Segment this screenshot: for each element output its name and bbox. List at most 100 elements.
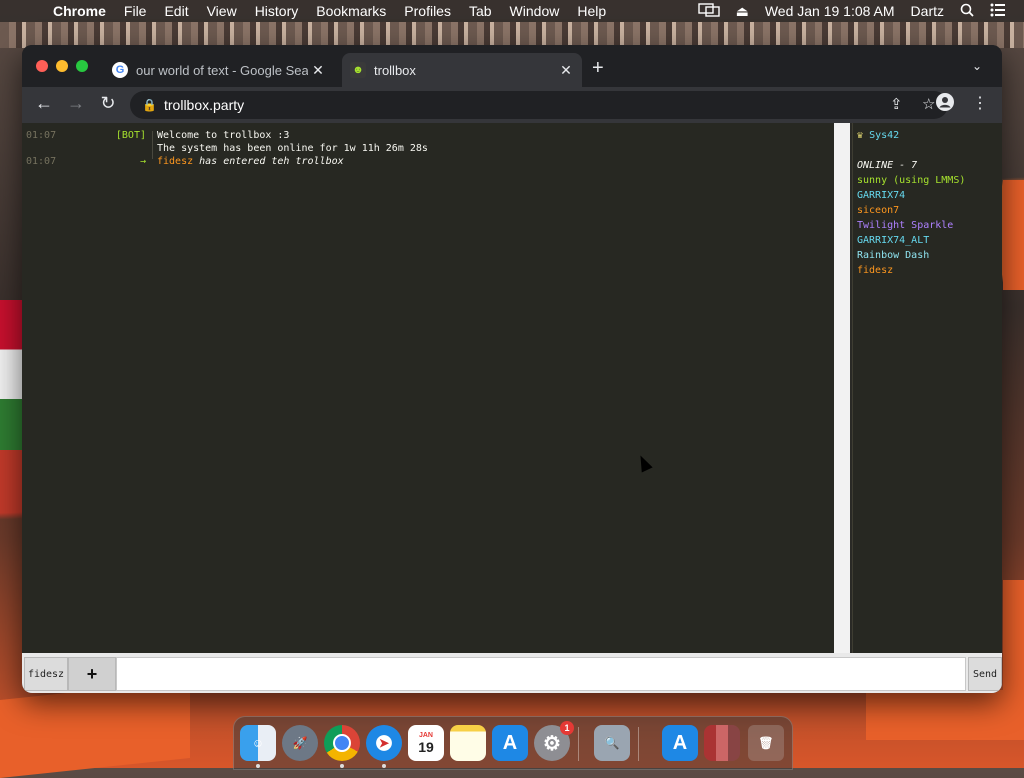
chat-input-bar: fidesz + Send xyxy=(22,653,1002,693)
upload-button[interactable]: + xyxy=(68,657,116,691)
tab-search-chevron-icon[interactable]: ⌄ xyxy=(972,59,982,73)
menu-app-name[interactable]: Chrome xyxy=(44,3,115,19)
new-tab-button[interactable]: + xyxy=(592,58,604,78)
reload-icon[interactable]: ↻ xyxy=(96,93,120,114)
profile-icon[interactable] xyxy=(936,93,954,116)
dock-separator xyxy=(638,727,639,761)
tab-google-search[interactable]: G our world of text - Google Sear ✕ xyxy=(104,53,334,87)
menubar-user[interactable]: Dartz xyxy=(903,3,952,19)
tab-title: trollbox xyxy=(374,62,416,78)
finder-icon[interactable]: ☺ xyxy=(240,725,276,761)
address-bar[interactable]: 🔒 trollbox.party ⇪ ☆ xyxy=(130,91,948,119)
photo-stack-icon[interactable] xyxy=(704,725,740,761)
user-list-item[interactable]: Rainbow Dash xyxy=(857,249,929,262)
wallpaper-banner xyxy=(0,680,190,778)
self-user[interactable]: ♛ Sys42 xyxy=(857,129,899,142)
running-indicator xyxy=(340,764,344,768)
menu-bar: Chrome File Edit View History Bookmarks … xyxy=(0,0,1024,22)
message-text: The system has been online for 1w 11h 26… xyxy=(157,143,428,154)
running-indicator xyxy=(256,764,260,768)
self-username: Sys42 xyxy=(869,130,900,141)
close-window-button[interactable] xyxy=(36,60,48,72)
wallpaper-flag xyxy=(0,300,22,450)
app-store-icon[interactable]: A xyxy=(492,725,528,761)
message-actor[interactable]: fidesz xyxy=(157,156,193,167)
send-button[interactable]: Send xyxy=(968,657,1002,691)
trash-icon[interactable]: 🗑 xyxy=(748,725,784,761)
url-text[interactable]: trollbox.party xyxy=(164,97,244,113)
chat-scrollbar[interactable] xyxy=(834,123,850,653)
menu-bookmarks[interactable]: Bookmarks xyxy=(307,3,395,19)
wallpaper-banner xyxy=(1003,580,1024,700)
user-list-item[interactable]: GARRIX74 xyxy=(857,189,905,202)
chat-log: 01:07 [BOT] Welcome to trollbox :3 The s… xyxy=(22,123,834,653)
message-text: Welcome to trollbox :3 xyxy=(157,130,290,141)
calendar-icon[interactable]: JAN 19 xyxy=(408,725,444,761)
menu-edit[interactable]: Edit xyxy=(155,3,197,19)
message-action: has entered teh trollbox xyxy=(193,156,344,167)
back-arrow-icon[interactable]: ← xyxy=(32,93,56,114)
more-menu-icon[interactable]: ⋮ xyxy=(972,93,988,113)
safari-icon[interactable]: ➤ xyxy=(366,725,402,761)
calendar-day: 19 xyxy=(418,738,434,755)
close-tab-icon[interactable]: ✕ xyxy=(556,62,576,79)
join-arrow-icon: → xyxy=(139,156,146,167)
lock-icon[interactable]: 🔒 xyxy=(142,98,157,112)
dock-separator xyxy=(578,727,579,761)
user-list: ♛ Sys42 ONLINE - 7 sunny (using LMMS) GA… xyxy=(852,123,1002,653)
app-store-download-icon[interactable]: A xyxy=(662,725,698,761)
menu-profiles[interactable]: Profiles xyxy=(395,3,460,19)
wallpaper-banner xyxy=(1003,180,1024,290)
launchpad-icon[interactable]: 🚀 xyxy=(282,725,318,761)
chat-message: 01:07 → fidesz has entered teh trollbox xyxy=(22,155,834,168)
running-indicator xyxy=(382,764,386,768)
message-time: 01:07 xyxy=(26,130,57,141)
system-preferences-icon[interactable]: ⚙ 1 xyxy=(534,721,574,761)
menu-window[interactable]: Window xyxy=(501,3,569,19)
window-controls xyxy=(36,60,88,72)
tab-trollbox[interactable]: ☻ trollbox ✕ xyxy=(342,53,582,87)
preview-icon[interactable]: 🔍 xyxy=(594,725,630,761)
menu-history[interactable]: History xyxy=(246,3,308,19)
forward-arrow-icon[interactable]: → xyxy=(64,93,88,114)
browser-window: G our world of text - Google Sear ✕ ☻ tr… xyxy=(22,45,1002,693)
menu-view[interactable]: View xyxy=(198,3,246,19)
zoom-window-button[interactable] xyxy=(76,60,88,72)
share-icon[interactable]: ⇪ xyxy=(890,95,903,113)
chat-message-continuation: The system has been online for 1w 11h 26… xyxy=(22,142,834,155)
bookmark-star-icon[interactable]: ☆ xyxy=(922,95,935,113)
message-input[interactable] xyxy=(116,657,966,691)
crown-icon: ♛ xyxy=(857,130,864,141)
eject-icon[interactable]: ⏏ xyxy=(728,3,757,20)
user-list-item[interactable]: GARRIX74_ALT xyxy=(857,234,929,247)
menu-help[interactable]: Help xyxy=(568,3,615,19)
user-list-item[interactable]: sunny (using LMMS) xyxy=(857,174,965,187)
dock: ☺ 🚀 ➤ JAN 19 A ⚙ 1 🔍 A 🗑 xyxy=(233,716,793,770)
user-list-item[interactable]: fidesz xyxy=(857,264,893,277)
tab-title: our world of text - Google Sear xyxy=(136,62,308,78)
chat-message: 01:07 [BOT] Welcome to trollbox :3 xyxy=(22,129,834,142)
minimize-window-button[interactable] xyxy=(56,60,68,72)
menu-tab[interactable]: Tab xyxy=(460,3,501,19)
control-center-icon[interactable] xyxy=(982,3,1014,20)
nickname-button[interactable]: fidesz xyxy=(24,657,68,691)
screen-mirroring-icon[interactable] xyxy=(690,2,728,20)
trollbox-page: 01:07 [BOT] Welcome to trollbox :3 The s… xyxy=(22,123,1002,693)
spotlight-search-icon[interactable] xyxy=(952,3,982,20)
wallpaper-banner xyxy=(866,690,1024,740)
menu-file[interactable]: File xyxy=(115,3,156,19)
message-nick[interactable]: [BOT] xyxy=(62,129,146,142)
notes-icon[interactable] xyxy=(450,725,486,761)
calendar-month: JAN xyxy=(418,731,433,739)
notification-badge: 1 xyxy=(560,721,574,735)
browser-toolbar: ← → ↻ 🔒 trollbox.party ⇪ ☆ ⋮ xyxy=(22,87,1002,123)
google-icon: G xyxy=(112,62,128,78)
user-list-item[interactable]: siceon7 xyxy=(857,204,899,217)
menubar-clock[interactable]: Wed Jan 19 1:08 AM xyxy=(757,3,903,19)
chrome-icon[interactable] xyxy=(324,725,360,761)
online-count: ONLINE - 7 xyxy=(857,160,918,171)
trollbox-icon: ☻ xyxy=(350,62,366,78)
user-list-item[interactable]: Twilight Sparkle xyxy=(857,219,953,232)
tab-strip: G our world of text - Google Sear ✕ ☻ tr… xyxy=(22,45,1002,87)
close-tab-icon[interactable]: ✕ xyxy=(308,62,328,79)
